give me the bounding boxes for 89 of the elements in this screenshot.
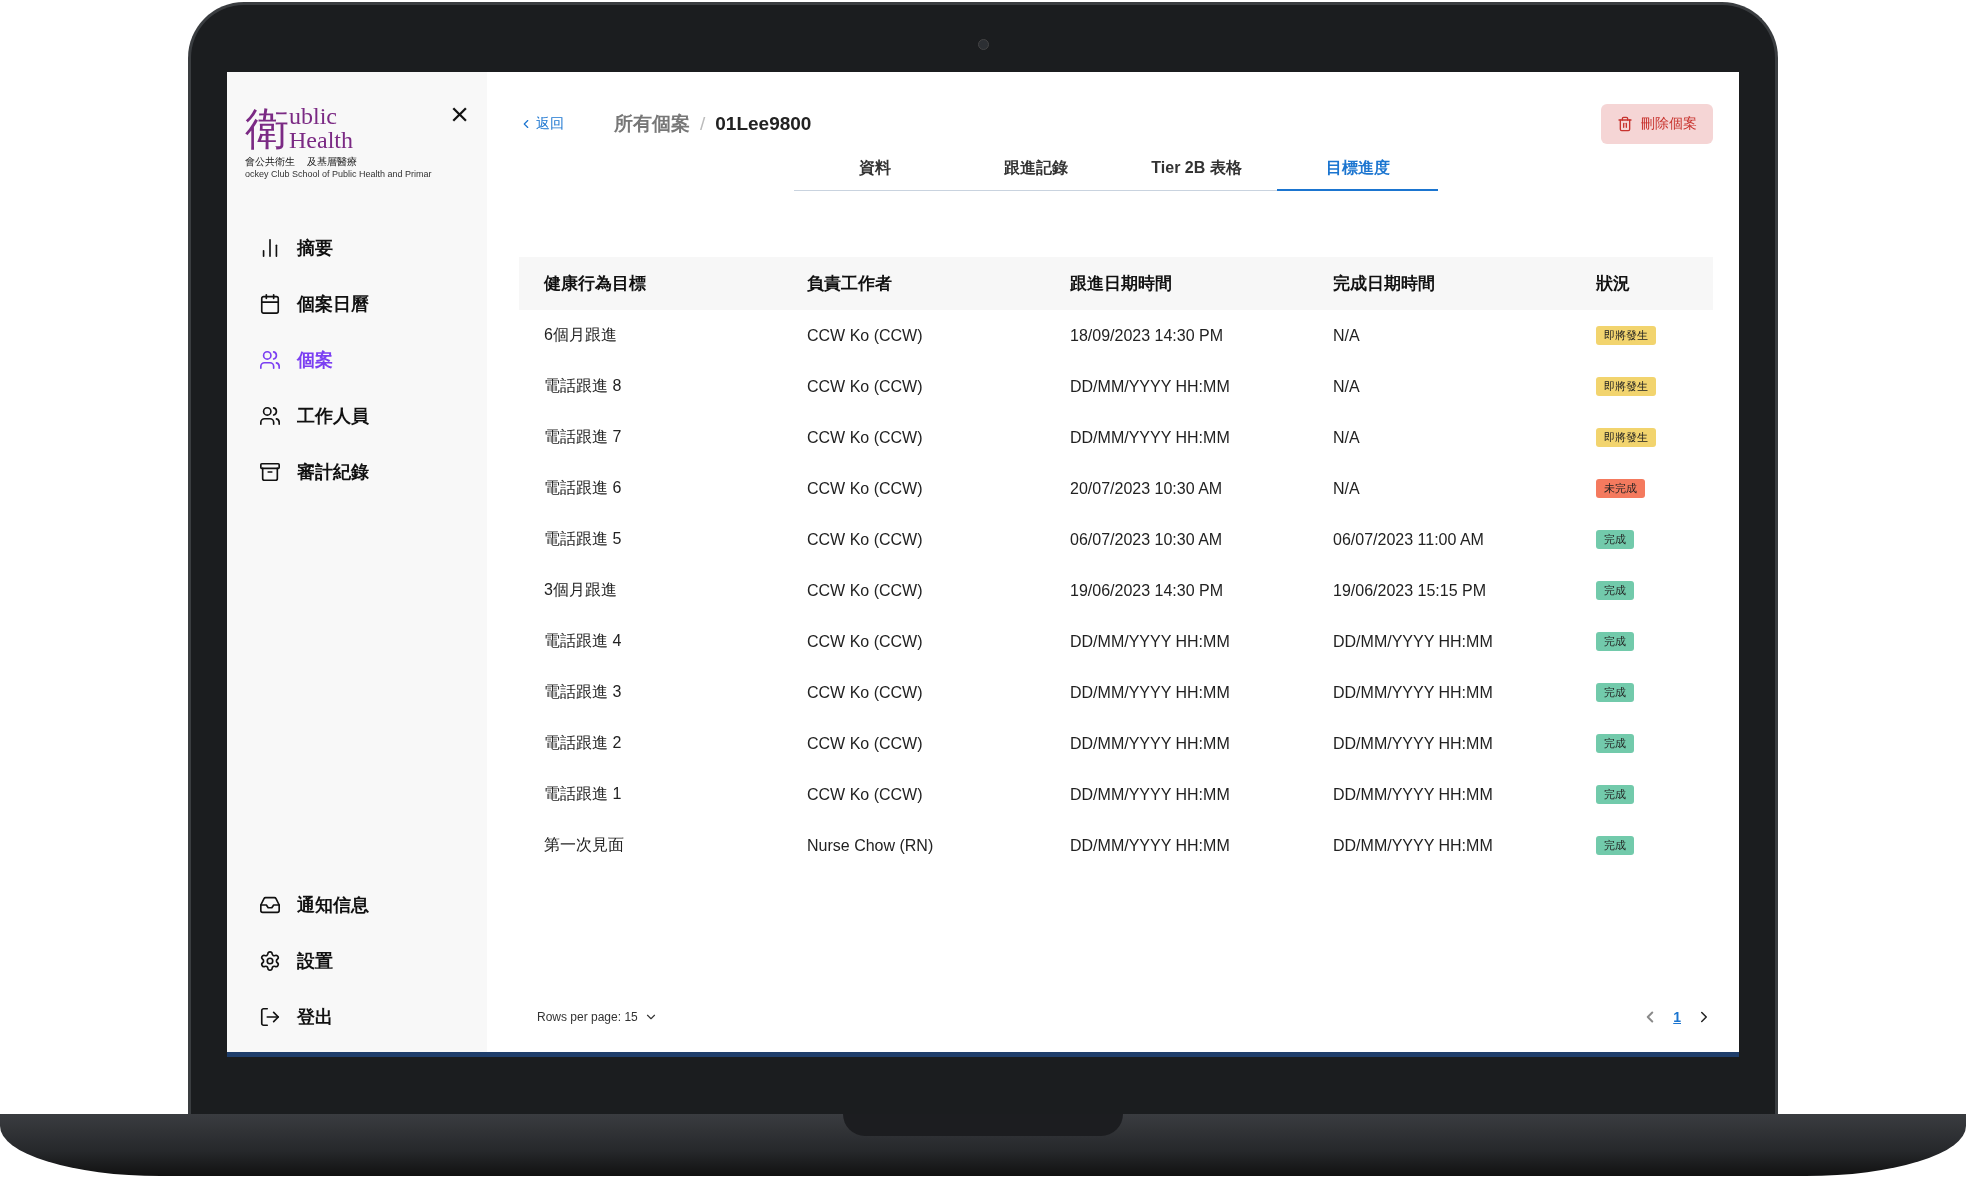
table-cell-text: 第一次見面 — [544, 835, 625, 855]
table-cell-text: 20/07/2023 10:30 AM — [1070, 479, 1224, 498]
logout-icon — [259, 1006, 281, 1028]
table-cell-text: 06/07/2023 10:30 AM — [1070, 530, 1224, 549]
table-cell-text: Nurse Chow (RN) — [807, 836, 935, 855]
status-badge: 即將發生 — [1596, 326, 1656, 345]
tab[interactable]: Tier 2B 表格 — [1116, 146, 1277, 191]
table-cell-text: CCW Ko (CCW) — [807, 377, 924, 396]
table-cell-text: 電話跟進 4 — [544, 631, 623, 651]
sidebar-item[interactable]: 審計紀錄 — [259, 455, 487, 489]
table-cell-text: N/A — [1333, 428, 1361, 447]
table-cell-text: 6個月跟進 — [544, 325, 618, 345]
table-cell-text: 電話跟進 7 — [544, 427, 623, 447]
table-cell-text: CCW Ko (CCW) — [807, 530, 924, 549]
table-cell-text: N/A — [1333, 479, 1361, 498]
tab[interactable]: 目標進度 — [1277, 146, 1438, 191]
table-cell-text: DD/MM/YYYY HH:MM — [1333, 632, 1494, 651]
status-badge: 完成 — [1596, 734, 1634, 753]
sidebar-item[interactable]: 通知信息 — [259, 888, 487, 922]
table-cell-text: DD/MM/YYYY HH:MM — [1070, 377, 1231, 396]
sidebar-item[interactable]: 登出 — [259, 1000, 487, 1034]
sidebar-item[interactable]: 摘要 — [259, 231, 487, 265]
table-cell-text: DD/MM/YYYY HH:MM — [1070, 683, 1231, 702]
rows-per-page-select[interactable]: Rows per page: 15 — [537, 1010, 658, 1024]
column-header: 健康行為目標 — [544, 273, 647, 295]
table-cell-text: DD/MM/YYYY HH:MM — [1333, 836, 1494, 855]
table-cell-text: CCW Ko (CCW) — [807, 734, 924, 753]
table-cell-text: CCW Ko (CCW) — [807, 785, 924, 804]
table-cell-text: 06/07/2023 11:00 AM — [1333, 530, 1485, 549]
table-cell-text: DD/MM/YYYY HH:MM — [1333, 785, 1494, 804]
status-badge: 未完成 — [1596, 479, 1645, 498]
table-cell-text: 電話跟進 3 — [544, 682, 623, 702]
table-cell-text: DD/MM/YYYY HH:MM — [1070, 632, 1231, 651]
sidebar-item[interactable]: 工作人員 — [259, 399, 487, 433]
table-cell-text: 電話跟進 5 — [544, 529, 623, 549]
table-cell-text: 3個月跟進 — [544, 580, 618, 600]
table-cell-text: DD/MM/YYYY HH:MM — [1333, 734, 1494, 753]
table-cell-text: 電話跟進 6 — [544, 478, 623, 498]
status-badge: 完成 — [1596, 530, 1634, 549]
table-cell-text: 電話跟進 8 — [544, 376, 623, 396]
table-cell-text: DD/MM/YYYY HH:MM — [1070, 785, 1231, 804]
calendar-icon — [259, 293, 281, 315]
breadcrumb-item[interactable]: 所有個案 — [614, 111, 690, 137]
table-cell-text: CCW Ko (CCW) — [807, 428, 924, 447]
sidebar-item[interactable]: 設置 — [259, 944, 487, 978]
inbox-icon — [259, 894, 281, 916]
table-cell-text: DD/MM/YYYY HH:MM — [1333, 683, 1494, 702]
trash-icon — [1617, 116, 1633, 132]
table-cell-text: CCW Ko (CCW) — [807, 632, 924, 651]
page-button[interactable]: 1 — [1673, 1009, 1681, 1025]
table-cell-text: DD/MM/YYYY HH:MM — [1070, 734, 1231, 753]
table-cell-text: 18/09/2023 14:30 PM — [1070, 326, 1224, 345]
status-badge: 完成 — [1596, 683, 1634, 702]
camera-icon — [977, 39, 989, 50]
settings-icon — [259, 950, 281, 972]
table-cell-text: CCW Ko (CCW) — [807, 326, 924, 345]
sidebar-item[interactable]: 個案日曆 — [259, 287, 487, 321]
column-header: 跟進日期時間 — [1070, 273, 1173, 295]
table-cell-text: CCW Ko (CCW) — [807, 479, 924, 498]
table-cell-text: 19/06/2023 15:15 PM — [1333, 581, 1487, 600]
delete-button[interactable]: 刪除個案 — [1601, 104, 1713, 144]
status-badge: 完成 — [1596, 581, 1634, 600]
status-badge: 完成 — [1596, 632, 1634, 651]
users-icon — [259, 405, 281, 427]
status-badge: 完成 — [1596, 785, 1634, 804]
status-badge: 即將發生 — [1596, 428, 1656, 447]
table-cell-text: CCW Ko (CCW) — [807, 683, 924, 702]
table-cell-text: N/A — [1333, 377, 1361, 396]
table-cell-text: CCW Ko (CCW) — [807, 581, 924, 600]
column-header: 負責工作者 — [807, 273, 893, 295]
status-badge: 即將發生 — [1596, 377, 1656, 396]
archive-box-icon — [259, 461, 281, 483]
column-header: 狀況 — [1596, 273, 1631, 295]
table-cell-text: 電話跟進 2 — [544, 733, 623, 753]
breadcrumb-item: 01Lee9800 — [715, 113, 812, 135]
tab[interactable]: 跟進記錄 — [955, 146, 1116, 191]
column-header: 完成日期時間 — [1333, 273, 1436, 295]
status-badge: 完成 — [1596, 836, 1634, 855]
close-button[interactable]: × — [450, 98, 469, 130]
table-cell-text: DD/MM/YYYY HH:MM — [1070, 428, 1231, 447]
table-cell-text: N/A — [1333, 326, 1361, 345]
back-link[interactable]: 返回 — [519, 115, 564, 133]
users-icon — [259, 349, 281, 371]
table-cell-text: 電話跟進 1 — [544, 784, 623, 804]
table-cell-text: 19/06/2023 14:30 PM — [1070, 581, 1224, 600]
sidebar-item[interactable]: 個案 — [259, 343, 487, 377]
table-cell-text: DD/MM/YYYY HH:MM — [1070, 836, 1231, 855]
tab[interactable]: 資料 — [794, 146, 955, 191]
breadcrumb-separator: / — [700, 113, 706, 135]
